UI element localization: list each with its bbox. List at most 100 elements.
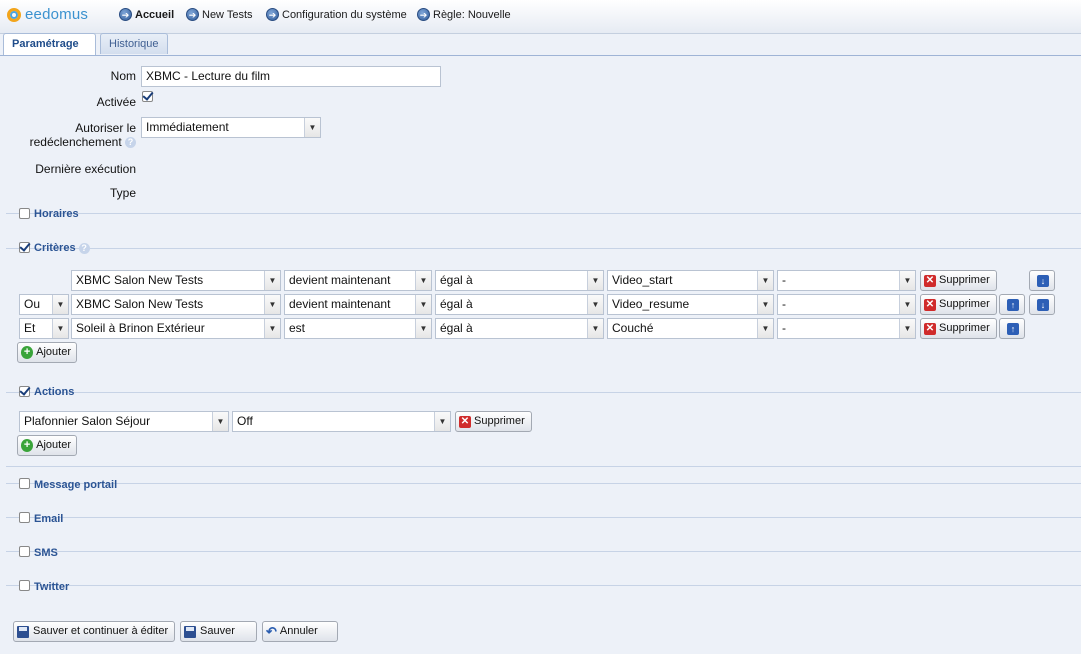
sms-checkbox[interactable] — [19, 546, 30, 557]
plus-icon: + — [21, 439, 34, 452]
arrow-right-icon: ➔ — [266, 8, 279, 21]
nom-label: Nom — [110, 69, 136, 83]
criteria-device-select[interactable]: XBMC Salon New Tests ▼ — [71, 270, 281, 291]
chevron-down-icon: ▼ — [587, 271, 603, 290]
criteria-delete-button[interactable]: ✕ Supprimer — [920, 318, 997, 339]
criteria-condition-select[interactable]: devient maintenant ▼ — [284, 294, 432, 315]
nav-regle-label: Règle: Nouvelle — [433, 8, 511, 21]
horaires-divider — [6, 213, 1081, 214]
chevron-down-icon: ▼ — [264, 319, 280, 338]
nav-accueil[interactable]: ➔ Accueil — [119, 8, 174, 21]
move-up-button[interactable]: ↑ — [999, 294, 1025, 315]
criteria-value-select[interactable]: Couché ▼ — [607, 318, 774, 339]
criteria-condition-select[interactable]: est ▼ — [284, 318, 432, 339]
criteria-device-select[interactable]: XBMC Salon New Tests ▼ — [71, 294, 281, 315]
nav-new-tests-label: New Tests — [202, 8, 253, 21]
tab-historique[interactable]: Historique — [100, 33, 168, 54]
criteria-operator-select[interactable]: égal à ▼ — [435, 270, 604, 291]
criteria-delete-label: Supprimer — [939, 322, 990, 334]
criteria-extra-select[interactable]: - ▼ — [777, 270, 916, 291]
criteria-value-value: Couché — [612, 321, 654, 335]
action-device-select[interactable]: Plafonnier Salon Séjour ▼ — [19, 411, 229, 432]
criteria-delete-button[interactable]: ✕ Supprimer — [920, 294, 997, 315]
nav-accueil-label: Accueil — [135, 8, 175, 21]
nav-new-tests[interactable]: ➔ New Tests — [186, 8, 253, 21]
action-delete-button[interactable]: ✕ Supprimer — [455, 411, 532, 432]
nav-configuration-label: Configuration du système — [282, 8, 407, 21]
criteria-extra-value: - — [782, 297, 786, 311]
actions-add-label: Ajouter — [36, 439, 71, 451]
nav-regle[interactable]: ➔ Règle: Nouvelle — [417, 8, 511, 21]
actions-add-button[interactable]: + Ajouter — [17, 435, 77, 456]
activee-checkbox[interactable] — [142, 91, 153, 102]
criteria-add-button[interactable]: + Ajouter — [17, 342, 77, 363]
chevron-down-icon: ▼ — [434, 412, 450, 431]
criteria-device-select[interactable]: Soleil à Brinon Extérieur ▼ — [71, 318, 281, 339]
action-value-select[interactable]: Off ▼ — [232, 411, 451, 432]
criteria-extra-value: - — [782, 273, 786, 287]
undo-icon: ↶ — [266, 624, 277, 639]
tab-parametrage[interactable]: Paramétrage — [3, 33, 96, 55]
chevron-down-icon: ▼ — [415, 295, 431, 314]
criteria-device-value: XBMC Salon New Tests — [76, 273, 204, 287]
chevron-down-icon: ▼ — [264, 295, 280, 314]
move-down-button[interactable]: ↓ — [1029, 270, 1055, 291]
arrow-up-icon: ↑ — [1007, 299, 1019, 311]
type-label: Type — [109, 186, 136, 200]
criteria-value-select[interactable]: Video_start ▼ — [607, 270, 774, 291]
top-bar: eedomus ➔ Accueil ➔ New Tests ➔ Configur… — [0, 0, 1081, 34]
action-value-value: Off — [237, 414, 253, 428]
chevron-down-icon: ▼ — [899, 295, 915, 314]
criteria-connector-select[interactable]: Et ▼ — [19, 318, 69, 339]
delete-icon: ✕ — [924, 322, 936, 335]
save-label: Sauver — [200, 625, 235, 637]
actions-title: Actions — [34, 386, 75, 398]
criteria-value-select[interactable]: Video_resume ▼ — [607, 294, 774, 315]
cancel-button[interactable]: ↶ Annuler — [262, 621, 338, 642]
criteria-add-label: Ajouter — [36, 346, 71, 358]
nav-configuration[interactable]: ➔ Configuration du système — [266, 8, 407, 21]
help-icon[interactable]: ? — [78, 242, 90, 254]
criteria-device-value: XBMC Salon New Tests — [76, 297, 204, 311]
chevron-down-icon: ▼ — [587, 295, 603, 314]
move-up-button[interactable]: ↑ — [999, 318, 1025, 339]
logo-text: eedomus — [25, 6, 89, 23]
criteria-condition-value: devient maintenant — [289, 273, 391, 287]
criteria-connector-select[interactable]: Ou ▼ — [19, 294, 69, 315]
horaires-title: Horaires — [34, 208, 79, 220]
criteria-device-value: Soleil à Brinon Extérieur — [76, 321, 205, 335]
tab-bar: Paramétrage Historique — [0, 33, 1081, 56]
save-continue-button[interactable]: Sauver et continuer à éditer — [13, 621, 175, 642]
criteres-title-text: Critères — [34, 242, 76, 254]
message-portail-checkbox[interactable] — [19, 478, 30, 489]
eedomus-logo[interactable]: eedomus — [7, 6, 88, 23]
actions-checkbox[interactable] — [19, 386, 30, 397]
criteria-operator-select[interactable]: égal à ▼ — [435, 318, 604, 339]
criteria-extra-select[interactable]: - ▼ — [777, 318, 916, 339]
criteria-extra-select[interactable]: - ▼ — [777, 294, 916, 315]
move-down-button[interactable]: ↓ — [1029, 294, 1055, 315]
twitter-checkbox[interactable] — [19, 580, 30, 591]
save-button[interactable]: Sauver — [180, 621, 257, 642]
autoriser-label-line1: Autoriser le — [75, 121, 136, 135]
twitter-divider — [6, 585, 1081, 586]
arrow-down-icon: ↓ — [1037, 275, 1049, 287]
horaires-checkbox[interactable] — [19, 208, 30, 219]
autoriser-label-line2: redéclenchement — [29, 135, 122, 149]
criteres-checkbox[interactable] — [19, 242, 30, 253]
floppy-disk-icon — [17, 625, 29, 638]
autoriser-select[interactable]: Immédiatement ▼ — [141, 117, 321, 138]
criteria-delete-button[interactable]: ✕ Supprimer — [920, 270, 997, 291]
criteres-title: Critères ? — [34, 242, 90, 254]
floppy-disk-icon — [184, 625, 196, 638]
criteres-divider — [6, 248, 1081, 249]
email-checkbox[interactable] — [19, 512, 30, 523]
criteria-connector-value: Et — [24, 321, 36, 335]
criteria-operator-select[interactable]: égal à ▼ — [435, 294, 604, 315]
arrow-right-icon: ➔ — [119, 8, 132, 21]
nom-input[interactable]: XBMC - Lecture du film — [141, 66, 441, 87]
arrow-up-icon: ↑ — [1007, 323, 1019, 335]
criteria-condition-select[interactable]: devient maintenant ▼ — [284, 270, 432, 291]
arrow-right-icon: ➔ — [186, 8, 199, 21]
help-icon[interactable]: ? — [125, 137, 136, 149]
